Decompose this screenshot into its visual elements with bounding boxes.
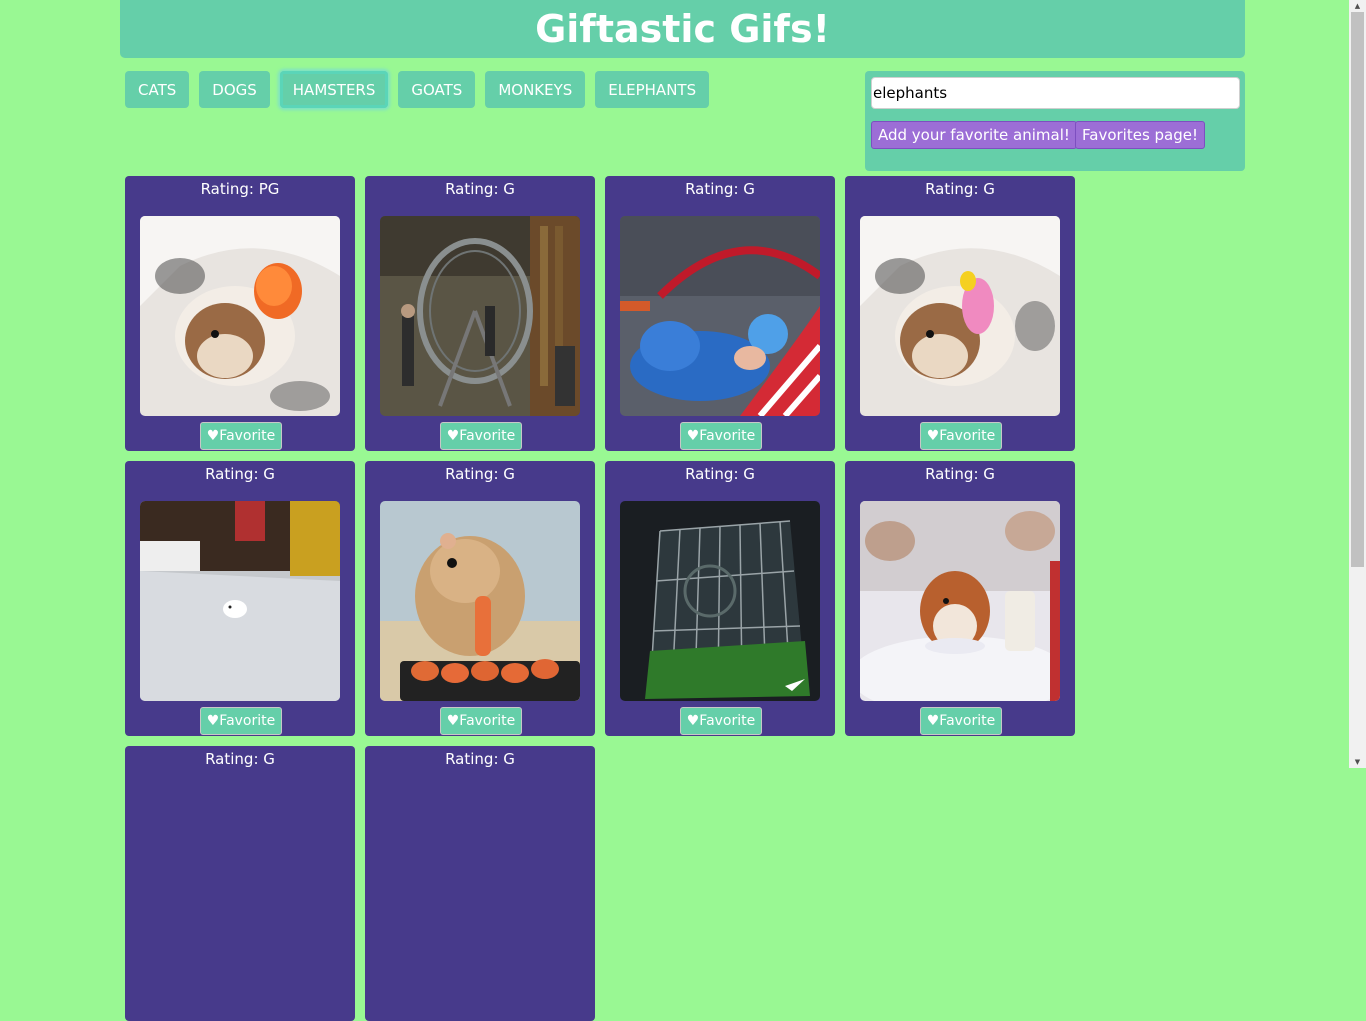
gif-image[interactable] xyxy=(140,216,340,416)
animal-button-goats[interactable]: GOATS xyxy=(398,71,476,108)
favorite-button[interactable]: ♥Favorite xyxy=(680,707,762,735)
favorite-button[interactable]: ♥Favorite xyxy=(680,422,762,450)
add-animal-form: Add your favorite animal! Favorites page… xyxy=(865,71,1245,171)
rating-label: Rating: G xyxy=(445,180,515,198)
gif-image[interactable] xyxy=(860,501,1060,701)
animal-button-elephants[interactable]: ELEPHANTS xyxy=(595,71,710,108)
rating-label: Rating: G xyxy=(205,750,275,768)
scroll-up-icon[interactable]: ▲ xyxy=(1349,0,1366,12)
gif-card: Rating: G ♥Favorite xyxy=(845,461,1075,736)
gif-image[interactable] xyxy=(380,501,580,701)
page-header: Giftastic Gifs! xyxy=(120,0,1245,58)
rating-label: Rating: G xyxy=(205,465,275,483)
favorite-button[interactable]: ♥Favorite xyxy=(920,422,1002,450)
favorite-button[interactable]: ♥Favorite xyxy=(440,422,522,450)
favorites-page-button[interactable]: Favorites page! xyxy=(1075,121,1206,149)
animal-button-hamsters[interactable]: HAMSTERS xyxy=(279,71,389,108)
gif-card: Rating: PG ♥Favorite xyxy=(125,176,355,451)
gif-grid: Rating: PG ♥Favorite Rating: G ♥Favorite… xyxy=(125,176,1085,1021)
rating-label: Rating: PG xyxy=(200,180,280,198)
rating-label: Rating: G xyxy=(685,180,755,198)
favorite-button[interactable]: ♥Favorite xyxy=(200,422,282,450)
rating-label: Rating: G xyxy=(925,180,995,198)
animal-input[interactable] xyxy=(871,77,1240,109)
gif-image[interactable] xyxy=(620,501,820,701)
favorite-button[interactable]: ♥Favorite xyxy=(920,707,1002,735)
scroll-thumb[interactable] xyxy=(1351,12,1364,567)
gif-card: Rating: G xyxy=(365,746,595,1021)
gif-card: Rating: G ♥Favorite xyxy=(365,461,595,736)
add-animal-button[interactable]: Add your favorite animal! xyxy=(871,121,1077,149)
animal-button-cats[interactable]: CATS xyxy=(125,71,190,108)
gif-card: Rating: G ♥Favorite xyxy=(605,176,835,451)
favorite-button[interactable]: ♥Favorite xyxy=(440,707,522,735)
gif-image[interactable] xyxy=(860,216,1060,416)
gif-card: Rating: G ♥Favorite xyxy=(845,176,1075,451)
gif-image[interactable] xyxy=(140,501,340,701)
animal-button-dogs[interactable]: DOGS xyxy=(199,71,270,108)
gif-card: Rating: G ♥Favorite xyxy=(125,461,355,736)
favorite-button[interactable]: ♥Favorite xyxy=(200,707,282,735)
animal-button-bar: CATS DOGS HAMSTERS GOATS MONKEYS ELEPHAN… xyxy=(125,71,710,109)
rating-label: Rating: G xyxy=(925,465,995,483)
gif-card: Rating: G xyxy=(125,746,355,1021)
rating-label: Rating: G xyxy=(445,750,515,768)
vertical-scrollbar[interactable]: ▲ ▼ xyxy=(1349,0,1366,768)
animal-button-monkeys[interactable]: MONKEYS xyxy=(485,71,586,108)
rating-label: Rating: G xyxy=(445,465,515,483)
gif-image[interactable] xyxy=(620,216,820,416)
gif-image[interactable] xyxy=(380,216,580,416)
gif-card: Rating: G ♥Favorite xyxy=(365,176,595,451)
scroll-down-icon[interactable]: ▼ xyxy=(1349,756,1366,768)
page-title: Giftastic Gifs! xyxy=(535,7,830,51)
rating-label: Rating: G xyxy=(685,465,755,483)
gif-card: Rating: G ♥Favorite xyxy=(605,461,835,736)
